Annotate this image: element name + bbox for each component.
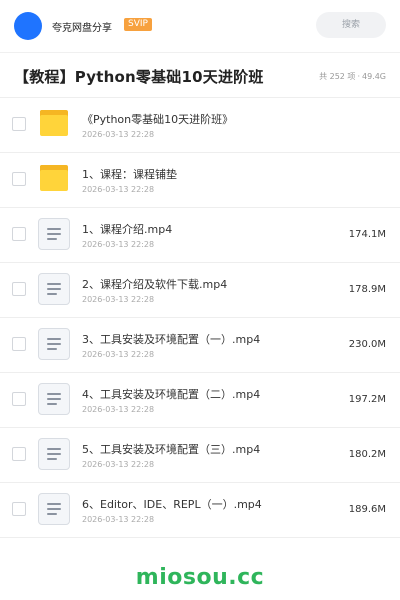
list-item[interactable]: 2、课程介绍及软件下载.mp4 2026-03-13 22:28 178.9M bbox=[0, 262, 400, 317]
item-name[interactable]: 3、工具安装及环境配置（一）.mp4 bbox=[82, 331, 260, 347]
item-size: 230.0M bbox=[348, 339, 386, 350]
item-name[interactable]: 4、工具安装及环境配置（二）.mp4 bbox=[82, 386, 260, 402]
item-name[interactable]: 1、课程：课程铺垫 bbox=[82, 166, 177, 182]
checkbox[interactable] bbox=[12, 337, 26, 351]
checkbox[interactable] bbox=[12, 282, 26, 296]
list-item[interactable]: 1、课程：课程铺垫 2026-03-13 22:28 bbox=[0, 152, 400, 207]
item-name[interactable]: 5、工具安装及环境配置（三）.mp4 bbox=[82, 441, 260, 457]
top-bar: 夸克网盘分享 SVIP 搜索 bbox=[0, 0, 400, 52]
checkbox[interactable] bbox=[12, 117, 26, 131]
item-date: 2026-03-13 22:28 bbox=[82, 515, 155, 524]
video-file-icon bbox=[38, 218, 70, 250]
item-count: 共 252 项 bbox=[319, 72, 356, 81]
meta-separator: · bbox=[357, 72, 360, 81]
item-size: 180.2M bbox=[348, 449, 386, 460]
item-name[interactable]: 6、Editor、IDE、REPL（一）.mp4 bbox=[82, 496, 262, 512]
total-size: 49.4G bbox=[361, 72, 386, 81]
list-item[interactable]: 6、Editor、IDE、REPL（一）.mp4 2026-03-13 22:2… bbox=[0, 482, 400, 538]
watermark: miosou.cc bbox=[135, 565, 265, 590]
item-name[interactable]: 《Python零基础10天进阶班》 bbox=[82, 111, 233, 127]
site-name: 夸克网盘分享 bbox=[52, 23, 112, 34]
item-size: 178.9M bbox=[348, 284, 386, 295]
folder-header: 【教程】Python零基础10天进阶班 共 252 项 · 49.4G bbox=[0, 53, 400, 97]
avatar[interactable] bbox=[14, 12, 42, 40]
item-date: 2026-03-13 22:28 bbox=[82, 350, 155, 359]
video-file-icon bbox=[38, 383, 70, 415]
checkbox[interactable] bbox=[12, 392, 26, 406]
list-item[interactable]: 5、工具安装及环境配置（三）.mp4 2026-03-13 22:28 180.… bbox=[0, 427, 400, 482]
item-date: 2026-03-13 22:28 bbox=[82, 185, 155, 194]
item-size: 197.2M bbox=[348, 394, 386, 405]
video-file-icon bbox=[38, 438, 70, 470]
file-list: 《Python零基础10天进阶班》 2026-03-13 22:28 1、课程：… bbox=[0, 97, 400, 538]
video-file-icon bbox=[38, 493, 70, 525]
list-item[interactable]: 1、课程介绍.mp4 2026-03-13 22:28 174.1M bbox=[0, 207, 400, 262]
video-file-icon bbox=[38, 328, 70, 360]
folder-icon bbox=[38, 108, 70, 140]
item-date: 2026-03-13 22:28 bbox=[82, 460, 155, 469]
page-title: 【教程】Python零基础10天进阶班 bbox=[14, 68, 264, 86]
video-file-icon bbox=[38, 273, 70, 305]
folder-icon bbox=[38, 163, 70, 195]
checkbox[interactable] bbox=[12, 172, 26, 186]
item-date: 2026-03-13 22:28 bbox=[82, 295, 155, 304]
folder-meta: 共 252 项 · 49.4G bbox=[319, 71, 386, 82]
item-date: 2026-03-13 22:28 bbox=[82, 405, 155, 414]
svip-badge: SVIP bbox=[124, 18, 152, 31]
item-size: 189.6M bbox=[348, 504, 386, 515]
checkbox[interactable] bbox=[12, 227, 26, 241]
list-item[interactable]: 3、工具安装及环境配置（一）.mp4 2026-03-13 22:28 230.… bbox=[0, 317, 400, 372]
item-name[interactable]: 2、课程介绍及软件下载.mp4 bbox=[82, 276, 227, 292]
checkbox[interactable] bbox=[12, 502, 26, 516]
item-size: 174.1M bbox=[348, 229, 386, 240]
list-item[interactable]: 4、工具安装及环境配置（二）.mp4 2026-03-13 22:28 197.… bbox=[0, 372, 400, 427]
search-input[interactable]: 搜索 bbox=[316, 12, 386, 38]
list-item[interactable]: 《Python零基础10天进阶班》 2026-03-13 22:28 bbox=[0, 97, 400, 152]
checkbox[interactable] bbox=[12, 447, 26, 461]
item-date: 2026-03-13 22:28 bbox=[82, 130, 155, 139]
item-name[interactable]: 1、课程介绍.mp4 bbox=[82, 221, 172, 237]
item-date: 2026-03-13 22:28 bbox=[82, 240, 155, 249]
